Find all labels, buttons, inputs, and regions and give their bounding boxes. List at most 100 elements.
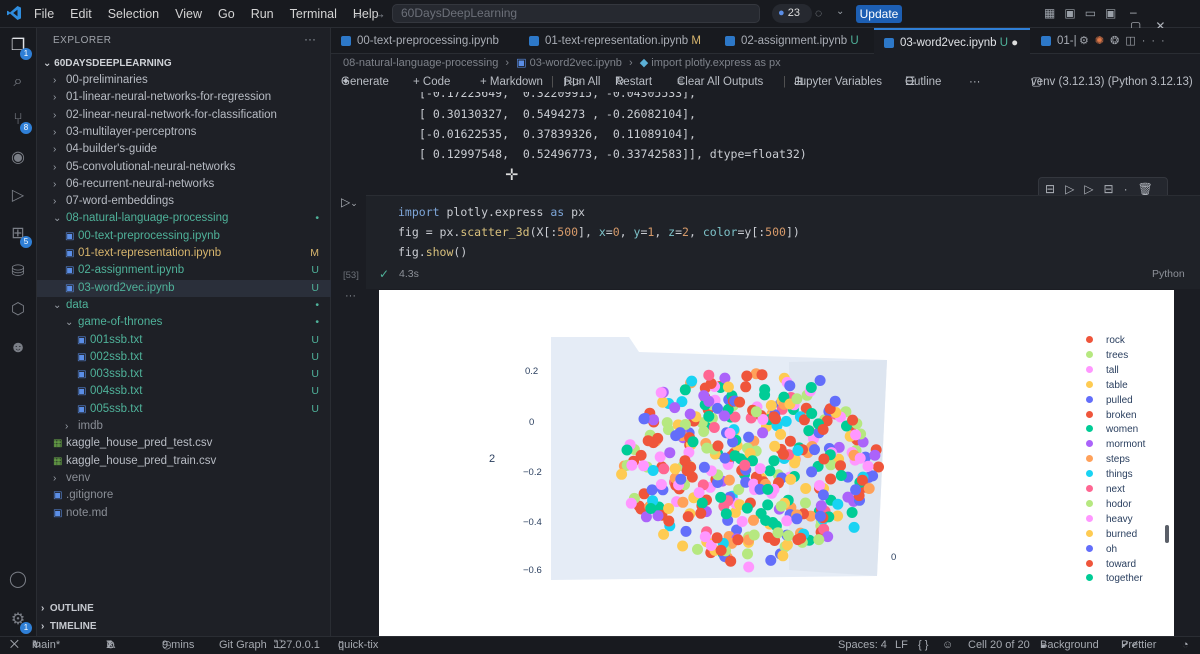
cell-indicator[interactable]: Cell 20 of 20 xyxy=(968,637,1030,654)
language-braces[interactable]: { } xyxy=(918,637,928,654)
scatter-point[interactable] xyxy=(646,484,658,496)
toggle-secondary-icon[interactable]: ▣ xyxy=(1105,6,1125,20)
scatter-point[interactable] xyxy=(741,370,753,382)
scatter-point[interactable] xyxy=(863,483,875,494)
scatter-point[interactable] xyxy=(664,447,676,459)
scatter-point[interactable] xyxy=(687,436,699,448)
toggle-panel-icon[interactable]: ▭ xyxy=(1085,6,1105,20)
timeline-section[interactable]: › TIMELINE xyxy=(41,621,97,632)
scatter-point[interactable] xyxy=(732,534,744,546)
more-icon[interactable]: · xyxy=(1124,182,1138,196)
scatter-point[interactable] xyxy=(708,422,720,433)
legend-item[interactable]: tall xyxy=(1086,363,1119,378)
scatter-point[interactable] xyxy=(785,473,797,485)
menu-selection[interactable]: Selection xyxy=(100,0,167,28)
cell-language[interactable]: Python xyxy=(1152,268,1185,280)
scatter-point[interactable] xyxy=(722,381,734,393)
command-center[interactable]: 60DaysDeepLearning xyxy=(392,4,760,23)
scatter-point[interactable] xyxy=(803,425,815,437)
scatter3d-plot[interactable] xyxy=(379,290,1174,636)
scatter-point[interactable] xyxy=(767,517,779,528)
scatter-point[interactable] xyxy=(762,483,774,495)
scatter-point[interactable] xyxy=(781,515,793,527)
scatter-point[interactable] xyxy=(736,516,748,527)
more-icon[interactable]: ··· xyxy=(1142,35,1171,47)
tab-01-truncated[interactable]: 01-| xyxy=(1031,28,1081,54)
menu-go[interactable]: Go xyxy=(210,0,243,28)
scatter-point[interactable] xyxy=(698,461,710,473)
toggle-sidebar-icon[interactable]: ▣ xyxy=(1064,6,1084,20)
legend-item[interactable]: together xyxy=(1086,571,1143,583)
scatter-point[interactable] xyxy=(693,487,705,499)
back-arrow-icon[interactable]: ← xyxy=(352,6,365,21)
tree-item[interactable]: ▣ 02-assignment.ipynb U xyxy=(37,262,331,279)
scatter-point[interactable] xyxy=(806,408,818,419)
tab-01-text-representation[interactable]: 01-text-representation.ipynb M xyxy=(519,28,715,54)
tree-item[interactable]: › 06-recurrent-neural-networks xyxy=(37,176,331,193)
scatter-point[interactable] xyxy=(616,468,628,480)
scatter-point[interactable] xyxy=(719,452,731,464)
tree-item[interactable]: ▣ 00-text-preprocessing.ipynb xyxy=(37,228,331,245)
scatter-point[interactable] xyxy=(791,393,803,405)
settings-gear-icon[interactable]: ⚙ 1 xyxy=(8,610,32,634)
split-editor-icon[interactable]: ◫ xyxy=(1125,35,1141,47)
scatter-point[interactable] xyxy=(658,528,670,540)
tree-item[interactable]: ▦ kaggle_house_pred_train.csv xyxy=(37,453,331,470)
scatter-point[interactable] xyxy=(825,473,837,485)
tree-item[interactable]: ▣ 003ssb.txt U xyxy=(37,366,331,383)
scatter-point[interactable] xyxy=(679,455,691,467)
scatter-point[interactable] xyxy=(669,402,681,414)
scatter-point[interactable] xyxy=(655,387,667,399)
scatter-point[interactable] xyxy=(698,426,710,437)
scatter-point[interactable] xyxy=(703,410,715,422)
search-icon[interactable]: ⌕ xyxy=(8,72,28,92)
execute-below-icon[interactable]: ▷ xyxy=(1084,182,1103,196)
tree-item[interactable]: ▣ 002ssb.txt U xyxy=(37,349,331,366)
legend-scrollbar[interactable] xyxy=(1165,525,1169,543)
scatter-point[interactable] xyxy=(782,530,794,542)
scatter-point[interactable] xyxy=(638,460,650,472)
forward-arrow-icon[interactable]: → xyxy=(373,6,386,21)
copilot-status-icon[interactable]: ☺ xyxy=(942,637,953,654)
eol-indicator[interactable]: LF xyxy=(895,637,908,654)
scatter-point[interactable] xyxy=(703,369,715,381)
scatter-point[interactable] xyxy=(847,414,859,426)
legend-item[interactable]: rock xyxy=(1086,333,1125,348)
root-folder[interactable]: ⌄ 60DAYSDEEPLEARNING xyxy=(37,55,331,72)
chevron-down-icon[interactable]: ⌄ xyxy=(836,6,844,17)
tree-item[interactable]: › 03-multilayer-perceptrons xyxy=(37,124,331,141)
legend-item[interactable]: toward xyxy=(1086,557,1136,572)
scatter-point[interactable] xyxy=(768,455,780,467)
legend-item[interactable]: broken xyxy=(1086,408,1137,423)
scatter-point[interactable] xyxy=(682,511,694,523)
scatter-point[interactable] xyxy=(625,497,637,509)
remote-icon[interactable]: ◉ xyxy=(8,148,28,168)
breadcrumb-cell[interactable]: import plotly.express as px xyxy=(651,57,780,69)
scatter-point[interactable] xyxy=(817,424,829,435)
scatter-point[interactable] xyxy=(638,413,650,425)
scatter-point[interactable] xyxy=(813,534,825,546)
scatter-point[interactable] xyxy=(869,449,881,461)
scatter-point[interactable] xyxy=(777,550,789,562)
tree-item[interactable]: › 05-convolutional-neural-networks xyxy=(37,159,331,176)
scatter-point[interactable] xyxy=(670,430,682,442)
more-actions-icon[interactable]: ··· xyxy=(304,32,316,46)
scatter-point[interactable] xyxy=(739,459,751,471)
scatter-point[interactable] xyxy=(677,496,689,508)
source-control-icon[interactable]: ⑂ 8 xyxy=(8,110,32,134)
scatter-point[interactable] xyxy=(846,507,858,518)
scatter-point[interactable] xyxy=(658,463,670,475)
scatter-point[interactable] xyxy=(762,499,774,511)
scatter-point[interactable] xyxy=(754,463,766,475)
scatter-point[interactable] xyxy=(814,375,826,386)
git-graph-button[interactable]: Git Graph xyxy=(219,637,267,654)
scatter-point[interactable] xyxy=(699,531,711,543)
remote-indicator-icon[interactable]: ⨉ xyxy=(10,637,19,654)
scatter-point[interactable] xyxy=(775,428,787,440)
extensions-icon[interactable]: ⊞ 5 xyxy=(8,224,32,248)
scatter-point[interactable] xyxy=(835,470,847,481)
outline-section[interactable]: › OUTLINE xyxy=(41,603,94,614)
menu-view[interactable]: View xyxy=(167,0,210,28)
menu-terminal[interactable]: Terminal xyxy=(282,0,345,28)
scatter-point[interactable] xyxy=(720,508,732,520)
